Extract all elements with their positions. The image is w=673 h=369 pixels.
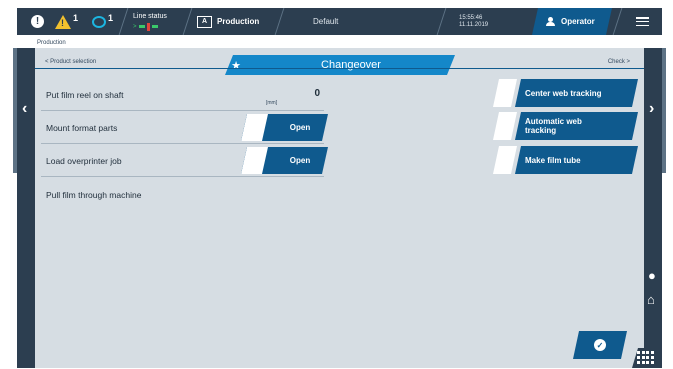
row-label: Mount format parts — [46, 123, 118, 133]
message-count: 1 — [108, 12, 114, 23]
open-button-label: Open — [289, 123, 311, 132]
tab-title: Changeover — [321, 59, 381, 71]
breadcrumb: Production — [37, 40, 66, 46]
menu-icon — [636, 17, 649, 26]
operator-button[interactable]: Operator — [532, 8, 612, 35]
divider — [118, 8, 129, 35]
content-panel: < Product selection ★ Changeover Check >… — [35, 48, 644, 368]
row-label: Pull film through machine — [46, 190, 142, 200]
default-profile[interactable]: Default — [313, 8, 338, 35]
menu-button[interactable] — [636, 8, 649, 35]
unit-label: [mm] — [266, 100, 278, 106]
warning-button[interactable]: ! 1 — [55, 8, 78, 35]
location-pin-icon[interactable]: ● — [648, 268, 656, 283]
product-selection-link[interactable]: < Product selection — [45, 59, 96, 65]
list-item: Load overprinter job Open — [41, 144, 324, 177]
production-tab[interactable]: A Production — [197, 8, 259, 35]
open-button-label: Open — [289, 156, 311, 165]
divider — [274, 8, 285, 35]
row-label: Load overprinter job — [46, 156, 122, 166]
check-icon: ✓ — [594, 339, 606, 351]
button-label: Center web tracking — [525, 88, 602, 98]
line-status-label: Line status — [133, 12, 167, 20]
check-link[interactable]: Check > — [608, 59, 630, 65]
production-icon: A — [197, 15, 212, 28]
top-bar: ! ! 1 1 Line status > A Production Defau… — [17, 8, 662, 35]
changeover-tab: ★ Changeover — [225, 55, 455, 75]
panel-header: < Product selection ★ Changeover Check > — [35, 55, 644, 69]
user-icon — [546, 17, 555, 26]
info-icon: ! — [31, 15, 44, 28]
chevron-right-icon[interactable]: › — [649, 100, 654, 118]
home-icon[interactable]: ⌂ — [647, 292, 655, 307]
toggle-switch[interactable] — [241, 147, 268, 174]
info-button[interactable]: ! — [31, 8, 44, 35]
list-item: Put film reel on shaft [mm] 0 — [41, 78, 324, 111]
toggle-switch[interactable] — [241, 114, 268, 141]
confirm-button[interactable]: ✓ — [573, 331, 627, 359]
warning-count: 1 — [73, 12, 79, 23]
right-scroll-handle[interactable] — [662, 48, 666, 173]
list-item: Mount format parts Open — [41, 111, 324, 144]
operator-label: Operator — [561, 17, 595, 26]
make-film-tube-button[interactable]: Make film tube — [493, 146, 638, 174]
toggle-switch — [493, 112, 517, 140]
header-rule — [35, 68, 644, 69]
production-label: Production — [217, 17, 260, 26]
row-label: Put film reel on shaft — [46, 90, 124, 100]
toggle-switch — [493, 146, 517, 174]
line-status[interactable]: Line status > — [133, 8, 167, 35]
default-label: Default — [313, 17, 339, 26]
button-label: Automatic web tracking — [525, 117, 582, 135]
warning-icon: ! — [55, 14, 71, 29]
date-text: 11.11.2019 — [459, 21, 489, 28]
line-status-indicator: > — [133, 22, 158, 31]
message-icon — [92, 15, 106, 28]
left-rail: ‹ — [17, 48, 35, 368]
value-field[interactable]: 0 — [314, 88, 320, 99]
automatic-web-tracking-button[interactable]: Automatic web tracking — [493, 112, 638, 140]
divider — [436, 8, 447, 35]
open-toggle[interactable]: Open — [241, 147, 328, 174]
button-label: Make film tube — [525, 155, 581, 165]
messages-button[interactable]: 1 — [92, 8, 113, 35]
time-text: 15:55:46 — [459, 14, 483, 21]
center-web-tracking-button[interactable]: Center web tracking — [493, 79, 638, 107]
toggle-switch — [493, 79, 517, 107]
divider — [612, 8, 623, 35]
clock: 15:55:46 11.11.2019 — [459, 8, 488, 35]
open-toggle[interactable]: Open — [241, 114, 328, 141]
star-icon[interactable]: ★ — [225, 55, 247, 75]
chevron-left-icon[interactable]: ‹ — [22, 100, 27, 118]
divider — [182, 8, 193, 35]
right-rail: › ● ⌂ — [644, 48, 662, 368]
